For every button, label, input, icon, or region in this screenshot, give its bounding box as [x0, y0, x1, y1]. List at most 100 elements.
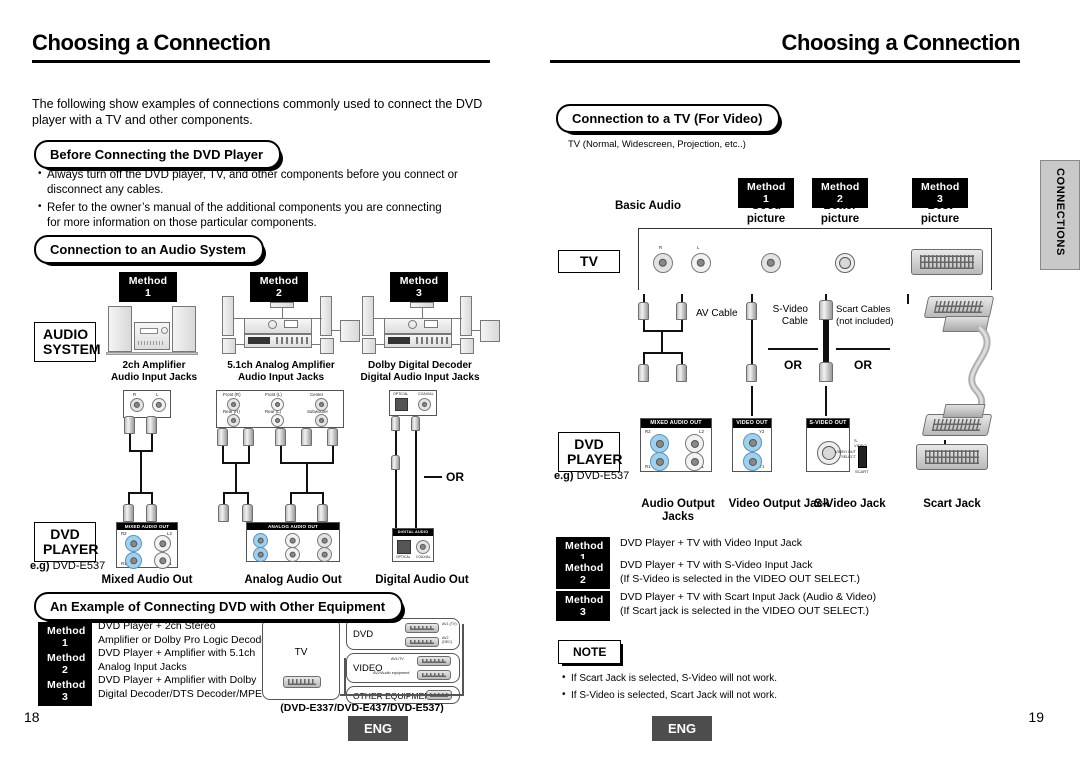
tv-method-row-3-line1: DVD Player + TV with Scart Input Jack (A…: [620, 591, 877, 603]
bullet-item: Always turn off the DVD player, TV, and …: [38, 167, 458, 197]
amp-input-panel-51ch: Front (R) Front (L) Center Rear (R) Rear…: [216, 390, 344, 428]
method-badge-1: Method 1: [119, 272, 177, 302]
tv-method-row-badge-3: Method 3: [556, 591, 610, 621]
tv-method-row-1-line1: DVD Player + TV with Video Input Jack: [620, 537, 802, 549]
lang-badge-left: ENG: [348, 716, 409, 741]
jack-label-front-l: Front (L): [265, 392, 282, 397]
scart-cable-label: Scart Cables (not included): [836, 304, 894, 328]
jack-label-l: L: [156, 392, 159, 397]
jack-label-r2-right: R2: [645, 429, 651, 434]
jack-label-front-r: Front (R): [223, 392, 241, 397]
eg-model-right: e.g) DVD-E537: [554, 470, 629, 482]
jack-label-r: R: [133, 392, 137, 397]
page-title-right: Choosing a Connection: [550, 30, 1020, 63]
method-badge-3: Method 3: [390, 272, 448, 302]
page-number-right: 19: [1028, 709, 1044, 725]
tv-back-panel: R L: [638, 228, 992, 290]
tv-method-row-2-line1: DVD Player + TV with S-Video Input Jack: [620, 559, 813, 571]
method3-caption-line1: Dolby Digital Decoder: [368, 360, 472, 371]
tv-block-label: TV: [294, 647, 308, 658]
svideo-jack-caption: S-Video Jack: [814, 498, 886, 510]
or-label-1: OR: [784, 358, 802, 372]
rca-jack: [125, 535, 142, 552]
jack-label-coaxial: COAXIAL: [418, 392, 434, 396]
method3-caption-line2: Digital Audio Input Jacks: [360, 372, 480, 383]
scart-cable-line1: Scart Cables: [836, 304, 891, 315]
tv-types-text: TV (Normal, Widescreen, Projection, etc.…: [568, 139, 746, 150]
panel-title-video-out: VIDEO OUT: [733, 419, 771, 428]
av-cable-label: AV Cable: [696, 308, 738, 319]
dvd-player-right-line2: PLAYER: [567, 451, 623, 467]
rca-jack: [685, 452, 704, 471]
rca-jack: [152, 398, 166, 412]
note-bullets: If Scart Jack is selected, S-Video will …: [562, 671, 902, 706]
rca-jack: [271, 398, 284, 411]
dvd-svideo-out-panel: S-VIDEO OUT: [806, 418, 850, 472]
rca-jack: [416, 540, 430, 554]
dvd-player-label-right: DVD PLAYER: [558, 432, 623, 472]
select-line1: VIDEO OUT: [835, 450, 856, 454]
tv-video-in-jack: [761, 253, 781, 273]
method3-caption: Dolby Digital Decoder Digital Audio Inpu…: [352, 360, 488, 384]
or-connector-line: [424, 476, 442, 478]
analog-audio-out-caption: Analog Audio Out: [244, 574, 342, 586]
audio-output-jacks-caption: Audio Output Jacks: [641, 498, 715, 523]
section-tv-connection: Connection to a TV (For Video): [556, 104, 783, 135]
tv-method1-quality-line2: picture: [746, 213, 786, 225]
jack-label-l2: L2: [167, 531, 172, 536]
rca-jack: [743, 433, 762, 452]
tv-method2-quality-line2: picture: [820, 213, 860, 225]
section-example-equipment: An Example of Connecting DVD with Other …: [34, 592, 406, 623]
section-before-connecting: Before Connecting the DVD Player: [34, 140, 284, 171]
dvd-player-right-line1: DVD: [574, 436, 604, 452]
dvd-mixed-audio-out-panel-right: MIXED AUDIO OUT R2 L2 R1 L1: [640, 418, 712, 472]
method1-caption-line1: 2ch Amplifier: [122, 360, 186, 371]
switch-label-svideo: S-VIDEO: [854, 438, 867, 448]
tv-jack-label-l: L: [697, 245, 700, 250]
other-equipment-label: OTHER EQUIPMENT: [353, 691, 436, 701]
tv-method-row-badge-2: Method 2: [556, 559, 610, 589]
tv-method-row-3-line2: (If Scart jack is selected in the VIDEO …: [620, 605, 869, 617]
note-box: NOTE: [558, 640, 624, 666]
tv-method-row-2-line2: (If S-Video is selected in the VIDEO OUT…: [620, 573, 861, 585]
rca-jack: [227, 414, 240, 427]
or-label-digital: OR: [446, 470, 464, 484]
tv-scart-in-jack: [911, 249, 983, 275]
jack-label-y2: Y2: [759, 429, 765, 434]
rca-jack: [154, 535, 171, 552]
example-badge-2: Method 2: [38, 649, 92, 679]
rca-jack: [685, 434, 704, 453]
select-line2: SELECT: [841, 454, 856, 459]
dvd-block-av1-label: AV1 (TV): [442, 622, 457, 626]
rca-jack: [285, 533, 300, 548]
left-page-header: Choosing a Connection: [32, 30, 490, 63]
bullet-item: Refer to the owner’s manual of the addit…: [38, 200, 458, 230]
tv-method2-quality-line1: Better: [823, 200, 857, 212]
section-audio-system: Connection to an Audio System: [34, 235, 266, 266]
rca-jack: [285, 547, 300, 562]
panel-title-svideo-out: S-VIDEO OUT: [807, 419, 849, 428]
page-title: Choosing a Connection: [32, 30, 490, 63]
rca-jack: [253, 547, 268, 562]
side-tab-connections: CONNECTIONS: [1040, 160, 1080, 270]
tv-jack-label-r: R: [659, 245, 663, 250]
lang-badge-right: ENG: [652, 716, 713, 741]
method2-caption: 5.1ch Analog Amplifier Audio Input Jacks: [216, 360, 346, 384]
method1-caption-line2: Audio Input Jacks: [110, 372, 198, 383]
jack-label-optical: OPTICAL: [396, 555, 411, 559]
rca-jack: [253, 533, 268, 548]
eg-model-right: DVD-E537: [576, 470, 630, 482]
intro-text: The following show examples of connectio…: [32, 97, 483, 127]
rca-jack: [650, 452, 669, 471]
right-page-header: Choosing a Connection: [550, 30, 1020, 63]
tv-block: TV: [262, 618, 340, 700]
panel-title-mixed-audio-out: MIXED AUDIO OUT: [117, 523, 177, 530]
or-label-2: OR: [854, 358, 872, 372]
rca-jack: [315, 398, 328, 411]
dvd-block-label: DVD: [353, 629, 374, 640]
eg-model-left: e.g) DVD-E537: [30, 560, 105, 572]
tv-rca-jack-r: [653, 253, 673, 273]
models-caption: (DVD-E337/DVD-E437/DVD-E537): [280, 702, 444, 714]
side-tab-label: CONNECTIONS: [1054, 168, 1066, 256]
page-number-left: 18: [24, 709, 40, 725]
